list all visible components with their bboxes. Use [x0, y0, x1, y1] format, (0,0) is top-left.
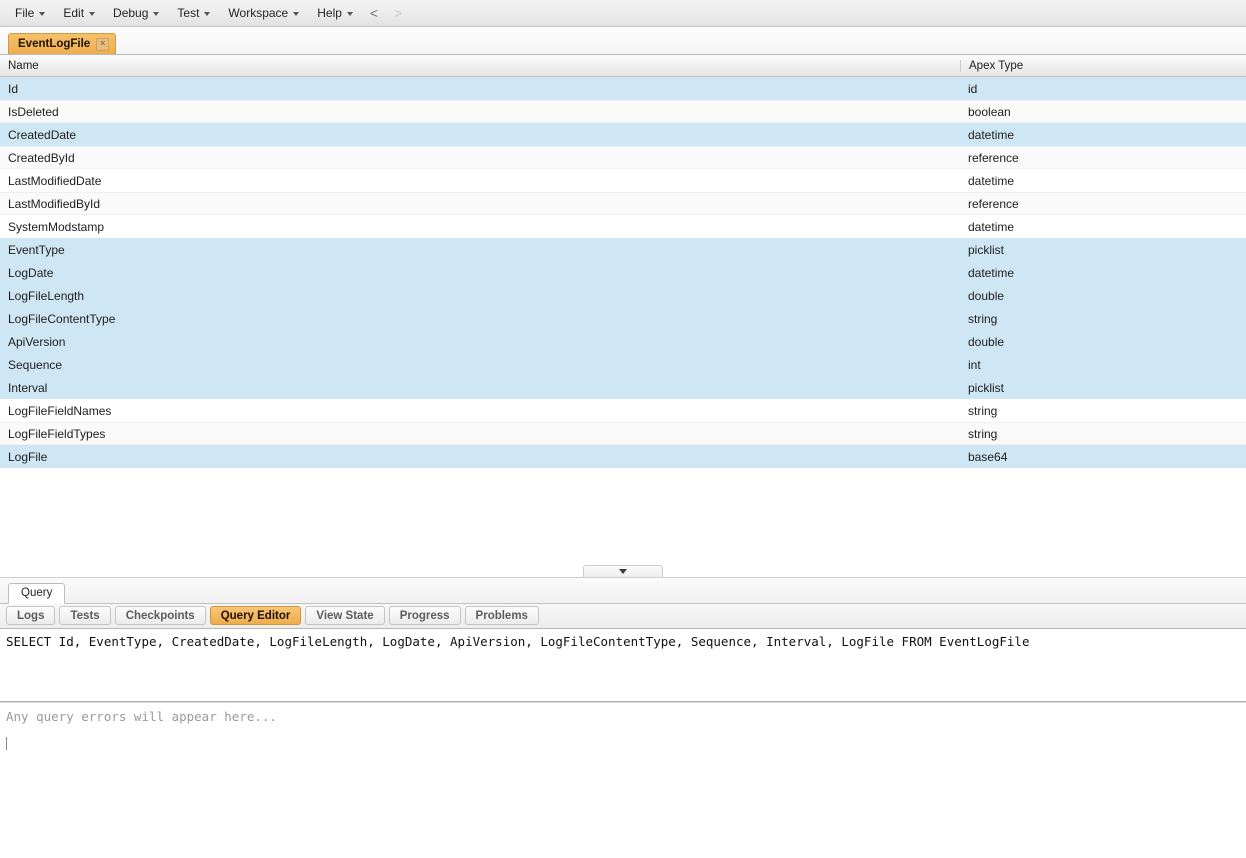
cell-field-name: LogFileLength [8, 288, 85, 303]
tool-tab-progress[interactable]: Progress [388, 606, 461, 625]
table-row[interactable]: LogDate datetime [0, 261, 1246, 284]
menu-edit-label: Edit [63, 5, 85, 20]
table-header-row: Name Apex Type [0, 55, 1246, 77]
cell-apex-type: string [968, 426, 998, 441]
column-header-name[interactable]: Name [0, 60, 960, 72]
chevron-down-icon [619, 569, 627, 574]
cell-apex-type: datetime [968, 219, 1015, 234]
cell-field-name: LogFileContentType [8, 311, 116, 326]
menu-edit[interactable]: Edit [54, 3, 104, 24]
table-row[interactable]: IsDeleted boolean [0, 100, 1246, 123]
cell-apex-type: string [968, 403, 998, 418]
menu-workspace[interactable]: Workspace [219, 3, 308, 24]
menu-help-label: Help [317, 5, 342, 20]
cell-apex-type: base64 [968, 449, 1008, 464]
cell-apex-type: picklist [968, 242, 1005, 257]
menu-bar: File Edit Debug Test Workspace Help < > [0, 0, 1246, 27]
query-error-pane[interactable]: Any query errors will appear here... [0, 701, 1246, 858]
cell-apex-type: picklist [968, 380, 1005, 395]
query-editor-input[interactable]: SELECT Id, EventType, CreatedDate, LogFi… [0, 628, 1246, 702]
chevron-down-icon [39, 11, 46, 16]
menu-workspace-label: Workspace [228, 5, 289, 20]
cell-field-name: Interval [8, 380, 48, 395]
cell-field-name: CreatedDate [8, 127, 77, 142]
cell-field-name: Sequence [8, 357, 63, 372]
cell-field-name: LogFile [8, 449, 48, 464]
table-row[interactable]: CreatedDate datetime [0, 123, 1246, 146]
cell-field-name: LogDate [8, 265, 54, 280]
cell-field-name: LogFileFieldTypes [8, 426, 106, 441]
tab-query-label: Query [21, 587, 53, 599]
table-row[interactable]: LogFileFieldNames string [0, 399, 1246, 422]
tool-tab-tests[interactable]: Tests [59, 606, 111, 625]
cell-field-name: CreatedById [8, 150, 75, 165]
close-icon[interactable]: × [96, 37, 110, 51]
table-row[interactable]: Sequence int [0, 353, 1246, 376]
cell-field-name: EventType [8, 242, 65, 257]
chevron-down-icon [153, 11, 160, 16]
cell-field-name: LogFileFieldNames [8, 403, 112, 418]
chevron-down-icon [204, 11, 211, 16]
cell-apex-type: datetime [968, 127, 1015, 142]
menu-file-label: File [15, 5, 35, 20]
table-row[interactable]: LastModifiedById reference [0, 192, 1246, 215]
cell-field-name: SystemModstamp [8, 219, 105, 234]
chevron-down-icon [89, 11, 96, 16]
cell-apex-type: reference [968, 150, 1019, 165]
tab-eventlogfile-label: EventLogFile [18, 38, 91, 50]
cell-field-name: LastModifiedDate [8, 173, 102, 188]
table-row[interactable]: Id id [0, 77, 1246, 100]
column-header-apex-type[interactable]: Apex Type [960, 59, 1246, 72]
cell-apex-type: double [968, 334, 1005, 349]
tab-eventlogfile[interactable]: EventLogFile × [8, 33, 117, 54]
cell-apex-type: id [968, 81, 978, 96]
panel-collapse-handle[interactable] [583, 564, 663, 577]
document-tab-strip: EventLogFile × [0, 27, 1246, 55]
table-row[interactable]: EventType picklist [0, 238, 1246, 261]
tab-query[interactable]: Query [8, 582, 66, 604]
table-row[interactable]: Interval picklist [0, 376, 1246, 399]
table-row[interactable]: SystemModstamp datetime [0, 215, 1246, 238]
table-row[interactable]: CreatedById reference [0, 146, 1246, 169]
cell-field-name: IsDeleted [8, 104, 59, 119]
tool-tab-logs[interactable]: Logs [6, 606, 56, 625]
nav-back-icon[interactable]: < [362, 4, 386, 22]
cell-apex-type: reference [968, 196, 1019, 211]
query-error-placeholder: Any query errors will appear here... [6, 708, 277, 724]
table-body: Id id IsDeleted boolean CreatedDate datetime C… [0, 77, 1246, 468]
tool-tab-query-editor[interactable]: Query Editor [209, 606, 302, 625]
chevron-down-icon [293, 11, 300, 16]
cell-apex-type: boolean [968, 104, 1011, 119]
table-row[interactable]: LogFileFieldTypes string [0, 422, 1246, 445]
menu-help[interactable]: Help [308, 3, 362, 24]
tool-tab-view-state[interactable]: View State [305, 606, 385, 625]
cell-field-name: LastModifiedById [8, 196, 101, 211]
menu-test-label: Test [177, 5, 200, 20]
cell-apex-type: string [968, 311, 998, 326]
tool-tab-bar: Logs Tests Checkpoints Query Editor View Sta… [0, 603, 1246, 629]
cell-apex-type: int [968, 357, 981, 372]
menu-debug[interactable]: Debug [104, 3, 168, 24]
application-window: File Edit Debug Test Workspace Help < > … [0, 0, 1246, 858]
table-row[interactable]: ApiVersion double [0, 330, 1246, 353]
table-row[interactable]: LastModifiedDate datetime [0, 169, 1246, 192]
cell-apex-type: datetime [968, 265, 1015, 280]
tool-tab-checkpoints[interactable]: Checkpoints [114, 606, 206, 625]
tool-tab-problems[interactable]: Problems [464, 606, 539, 625]
cell-field-name: Id [8, 81, 19, 96]
nav-forward-icon[interactable]: > [386, 4, 410, 22]
menu-test[interactable]: Test [168, 3, 219, 24]
schema-table-panel: Name Apex Type Id id IsDeleted boolean Creat… [0, 55, 1246, 578]
cell-field-name: ApiVersion [8, 334, 66, 349]
query-tab-strip: Query [0, 577, 1246, 604]
table-row[interactable]: LogFile base64 [0, 445, 1246, 468]
table-row[interactable]: LogFileContentType string [0, 307, 1246, 330]
text-caret [6, 736, 7, 750]
cell-apex-type: double [968, 288, 1005, 303]
cell-apex-type: datetime [968, 173, 1015, 188]
table-row[interactable]: LogFileLength double [0, 284, 1246, 307]
menu-file[interactable]: File [6, 3, 54, 24]
chevron-down-icon [346, 11, 353, 16]
menu-debug-label: Debug [113, 5, 149, 20]
